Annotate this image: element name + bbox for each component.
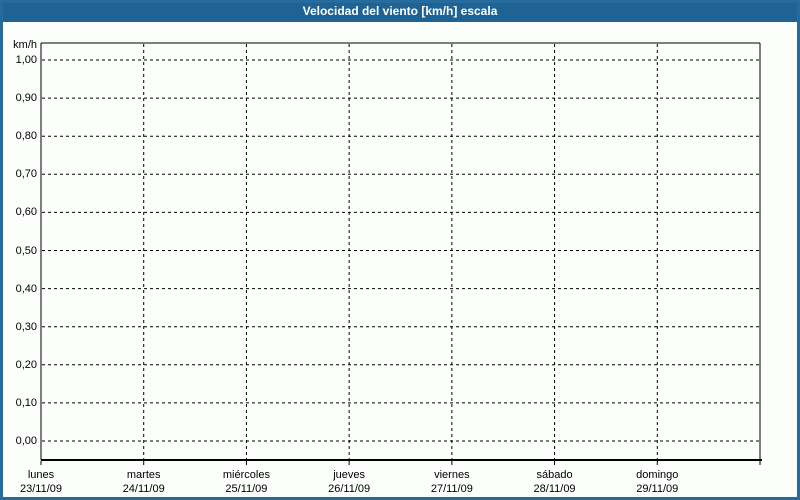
x-date-label: 28/11/09: [533, 483, 576, 495]
plot-grid: [40, 42, 762, 465]
y-tick-label: 0,40: [15, 282, 37, 295]
y-tick-label: 0,90: [15, 92, 37, 105]
chart-title: Velocidad del viento [km/h] escala: [302, 4, 498, 18]
x-day-label: domingo: [636, 469, 679, 481]
x-day-label: miércoles: [222, 469, 270, 481]
x-date-label: 24/11/09: [122, 483, 165, 495]
x-date-label: 26/11/09: [328, 483, 371, 495]
x-date-label: 27/11/09: [430, 483, 473, 495]
y-tick-label: 0,10: [15, 396, 37, 409]
y-tick-label: 0,20: [15, 358, 37, 371]
x-day-label: sábado: [536, 469, 573, 481]
x-date-label: 25/11/09: [225, 483, 268, 495]
x-day-label: martes: [126, 469, 161, 481]
x-date-label: 29/11/09: [636, 483, 679, 495]
x-date-label: 23/11/09: [19, 483, 62, 495]
x-day-label: lunes: [27, 469, 55, 481]
chart-window: Velocidad del viento [km/h] escala km/h …: [0, 0, 800, 500]
y-tick-label: 0,30: [15, 320, 37, 333]
y-axis-unit-label: km/h: [13, 39, 37, 51]
x-day-label: jueves: [333, 469, 366, 481]
y-tick-label: 0,60: [15, 206, 37, 219]
y-tick-label: 0,00: [15, 435, 37, 447]
chart-title-bar: Velocidad del viento [km/h] escala: [0, 0, 800, 22]
y-tick-label: 0,50: [15, 244, 37, 257]
y-tick-label: 0,80: [15, 130, 37, 143]
x-day-label: viernes: [434, 469, 470, 481]
y-tick-label: 1,00: [15, 54, 37, 66]
y-tick-label: 0,70: [15, 168, 37, 181]
